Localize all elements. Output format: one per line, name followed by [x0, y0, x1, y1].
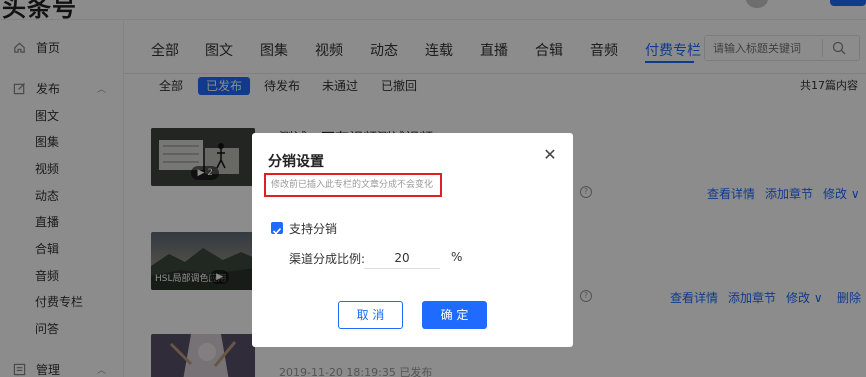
- support-distribution-checkbox[interactable]: [271, 222, 283, 235]
- dialog-title: 分销设置: [268, 154, 324, 170]
- cancel-button[interactable]: 取 消: [338, 301, 403, 329]
- distribution-settings-dialog: 分销设置 ✕ 修改前已插入此专栏的文章分成不会变化 支持分销 渠道分成比例: %…: [252, 133, 573, 347]
- confirm-button[interactable]: 确 定: [422, 301, 487, 329]
- checkbox-label: 支持分销: [289, 222, 338, 236]
- close-icon[interactable]: ✕: [542, 147, 558, 163]
- ratio-input[interactable]: [364, 247, 440, 269]
- check-icon: [272, 227, 282, 235]
- ratio-label: 渠道分成比例:: [289, 252, 366, 266]
- dialog-hint: 修改前已插入此专栏的文章分成不会变化: [264, 173, 442, 197]
- ratio-unit: %: [451, 250, 463, 264]
